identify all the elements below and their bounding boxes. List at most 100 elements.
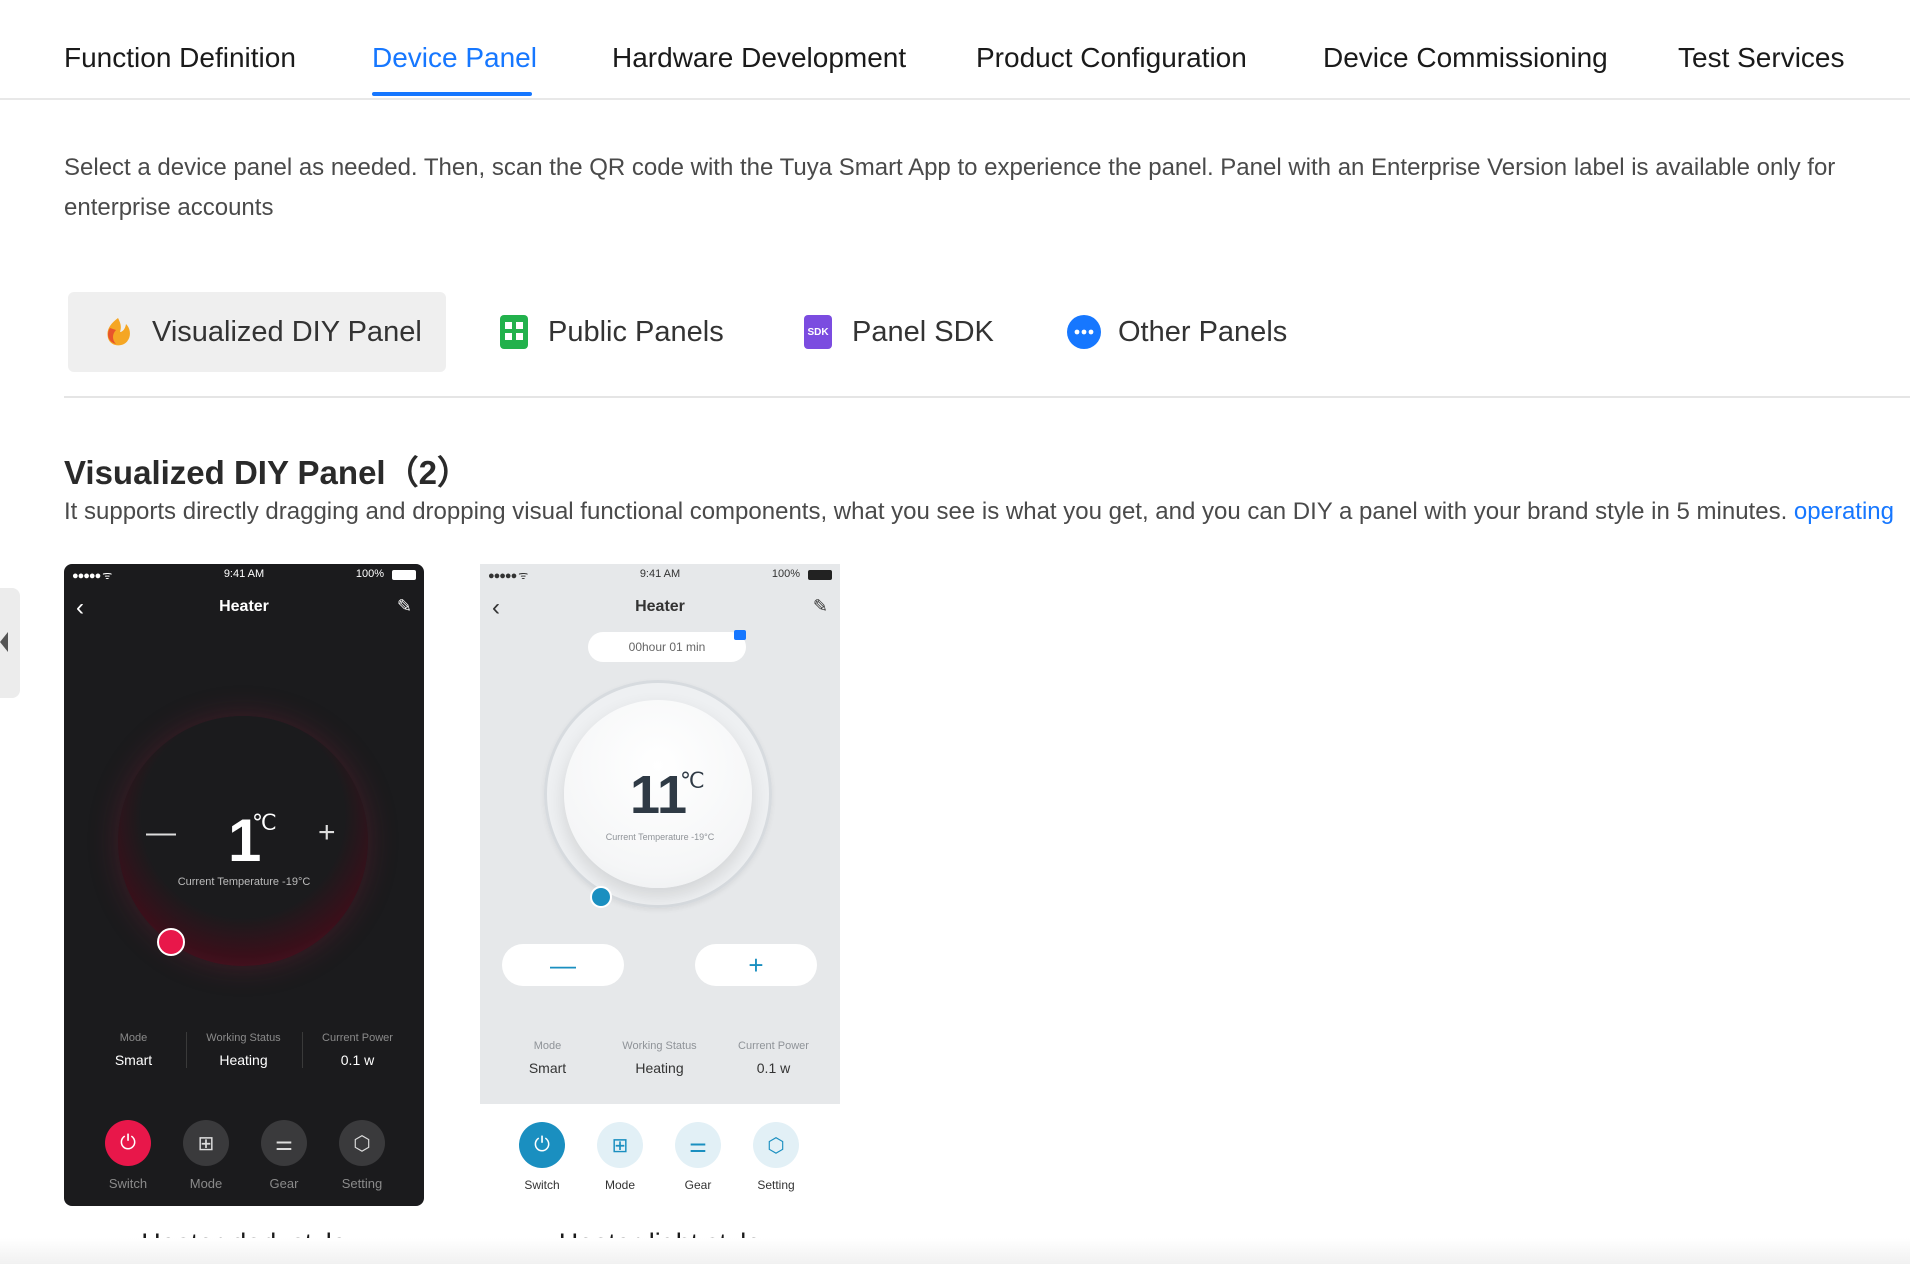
sdk-icon-text: SDK: [807, 327, 829, 338]
button-label: Switch: [108, 1176, 148, 1191]
button-label: Gear: [684, 1178, 712, 1192]
stat-current-power: Current Power 0.1 w: [716, 1040, 831, 1076]
stat-value: Smart: [528, 1060, 567, 1076]
power-icon: ⏻: [519, 1122, 565, 1168]
stat-working-status: Working Status Heating: [186, 1032, 301, 1068]
button-label: Gear: [269, 1176, 299, 1191]
temperature-unit: ℃: [680, 768, 705, 793]
operating-link[interactable]: operating: [1794, 498, 1894, 525]
panel-title: Heater: [219, 598, 269, 615]
tab-function-definition[interactable]: Function Definition: [64, 42, 296, 74]
stat-label: Working Status: [622, 1040, 697, 1052]
sliders-icon: ⚌: [261, 1120, 307, 1166]
stat-label: Mode: [119, 1032, 148, 1044]
light-panel-toolbar: ⏻ Switch ⊞ Mode ⚌ Gear ⬡ Setting: [480, 1104, 840, 1194]
increase-button[interactable]: +: [695, 944, 817, 986]
top-nav: Function Definition Device Panel Hardwar…: [0, 0, 1910, 100]
stat-value: 0.1 w: [340, 1052, 375, 1068]
section-title: Visualized DIY Panel（2）: [64, 454, 470, 491]
stat-value: Heating: [635, 1060, 684, 1076]
tab-device-commissioning[interactable]: Device Commissioning: [1323, 42, 1608, 74]
status-bar: ●●●●● ᯤ 9:41 AM 100%: [64, 564, 424, 586]
decrease-button[interactable]: —: [146, 816, 176, 850]
increase-button[interactable]: +: [318, 816, 336, 850]
tab-device-panel[interactable]: Device Panel: [372, 42, 537, 74]
panel-title: Heater: [635, 598, 685, 615]
active-tab-indicator: [372, 92, 532, 96]
stat-label: Mode: [533, 1040, 562, 1052]
category-tab-other[interactable]: Other Panels: [1066, 292, 1287, 372]
mode-button[interactable]: ⊞ Mode: [580, 1122, 660, 1192]
button-label: Switch: [524, 1178, 560, 1192]
dial-knob[interactable]: [157, 928, 185, 956]
mode-button[interactable]: ⊞ Mode: [166, 1120, 246, 1191]
edit-icon[interactable]: ✎: [813, 596, 828, 617]
switch-button[interactable]: ⏻ Switch: [88, 1120, 168, 1191]
sliders-icon: ⚌: [675, 1122, 721, 1168]
category-tab-sdk[interactable]: SDK Panel SDK: [800, 292, 994, 372]
stat-value: Smart: [114, 1052, 153, 1068]
status-bar: ●●●●● ᯤ 9:41 AM 100%: [480, 564, 840, 586]
battery-icon: [808, 570, 832, 580]
button-label: Setting: [757, 1178, 795, 1192]
category-tab-label: Visualized DIY Panel: [152, 315, 422, 348]
setting-button[interactable]: ⬡ Setting: [736, 1122, 816, 1192]
panel-category-tabs: Visualized DIY Panel Public Panels SDK P…: [64, 292, 1910, 398]
button-label: Setting: [341, 1176, 383, 1191]
category-tab-diy[interactable]: Visualized DIY Panel: [68, 292, 446, 372]
battery-icon: [392, 570, 416, 580]
tab-product-configuration[interactable]: Product Configuration: [976, 42, 1247, 74]
tab-test-services[interactable]: Test Services: [1678, 42, 1845, 74]
current-temperature: Current Temperature -19°C: [605, 832, 715, 842]
collapse-handle[interactable]: [0, 588, 20, 698]
stat-mode: Mode Smart: [76, 1032, 191, 1068]
public-panels-icon: [496, 314, 532, 350]
category-tab-public[interactable]: Public Panels: [496, 292, 724, 372]
setting-button[interactable]: ⬡ Setting: [322, 1120, 402, 1191]
category-tab-label: Panel SDK: [852, 315, 994, 348]
button-label: Mode: [604, 1178, 636, 1192]
panel-navbar: ‹ Heater ✎: [64, 594, 424, 624]
panel-caption-dark[interactable]: Heater-dark style: [64, 1228, 424, 1259]
gear-button[interactable]: ⚌ Gear: [244, 1120, 324, 1191]
more-dots-icon: [1066, 314, 1102, 350]
panel-preview-light[interactable]: ●●●●● ᯤ 9:41 AM 100% ‹ Heater ✎ 00hour 0…: [480, 564, 840, 1104]
switch-button[interactable]: ⏻ Switch: [502, 1122, 582, 1192]
intro-text: Select a device panel as needed. Then, s…: [64, 154, 1836, 221]
decrease-button[interactable]: —: [502, 944, 624, 986]
diy-panel-icon: [100, 314, 136, 350]
gear-button[interactable]: ⚌ Gear: [658, 1122, 738, 1192]
hexagon-settings-icon: ⬡: [753, 1122, 799, 1168]
panel-navbar: ‹ Heater ✎: [480, 594, 840, 624]
panel-caption-light[interactable]: Heater-light style: [480, 1228, 840, 1259]
stat-value: Heating: [219, 1052, 268, 1068]
timer-badge-icon: [734, 630, 746, 640]
power-icon: ⏻: [105, 1120, 151, 1166]
grid-icon: ⊞: [597, 1122, 643, 1168]
current-temperature: Current Temperature -19°C: [177, 876, 311, 888]
temperature-value: 11: [630, 765, 688, 825]
stat-label: Current Power: [322, 1032, 393, 1044]
stat-working-status: Working Status Heating: [602, 1040, 717, 1076]
edit-icon[interactable]: ✎: [397, 596, 412, 617]
section-description-text: It supports directly dragging and droppi…: [64, 498, 1794, 525]
hexagon-settings-icon: ⬡: [339, 1120, 385, 1166]
timer-display[interactable]: 00hour 01 min: [588, 632, 746, 662]
grid-icon: ⊞: [183, 1120, 229, 1166]
stat-label: Current Power: [738, 1040, 809, 1052]
battery-text: 100%: [771, 568, 800, 580]
panel-preview-dark[interactable]: ●●●●● ᯤ 9:41 AM 100% ‹ Heater ✎ — + 1 ℃ …: [64, 564, 424, 1206]
sdk-icon: SDK: [800, 314, 836, 350]
battery-text: 100%: [355, 568, 384, 580]
tab-hardware-development[interactable]: Hardware Development: [612, 42, 906, 74]
stat-current-power: Current Power 0.1 w: [300, 1032, 415, 1068]
button-label: Mode: [189, 1176, 223, 1191]
stat-value: 0.1 w: [756, 1060, 791, 1076]
dial-knob[interactable]: [590, 886, 612, 908]
stat-label: Working Status: [206, 1032, 281, 1044]
category-tab-label: Public Panels: [548, 315, 724, 348]
stat-mode: Mode Smart: [490, 1040, 605, 1076]
section-description: It supports directly dragging and droppi…: [64, 498, 1910, 526]
temperature-unit: ℃: [252, 810, 277, 835]
category-tab-label: Other Panels: [1118, 315, 1288, 348]
